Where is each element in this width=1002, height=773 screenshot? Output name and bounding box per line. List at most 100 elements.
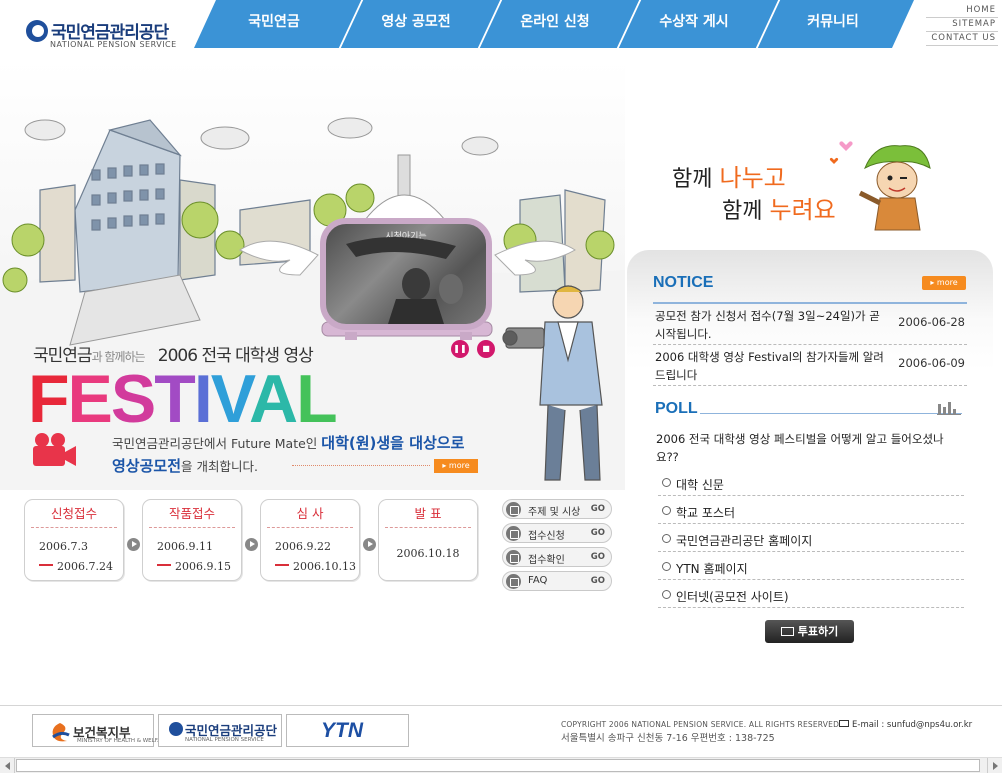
movie-camera-icon [33, 433, 76, 466]
poll-option[interactable]: 국민연금관리공단 홈페이지 [658, 530, 964, 552]
slogan-line1-a: 함께 [672, 167, 720, 192]
nav-item-online-apply[interactable]: 온라인 신청 [483, 0, 627, 48]
poll-option-label: 대학 신문 [676, 478, 724, 492]
dotted-divider [292, 465, 430, 466]
poll-divider [700, 413, 962, 414]
go-label: GO [590, 504, 605, 514]
go-label: GO [590, 576, 605, 586]
poll-option[interactable]: 인터넷(공모전 사이트) [658, 586, 964, 608]
mohw-logo-icon [52, 723, 70, 742]
festival-letter: V [210, 361, 251, 437]
video-frame-image [346, 236, 463, 324]
quick-label: FAQ [528, 575, 548, 586]
notice-date: 2006-06-28 [898, 315, 965, 329]
step-title: 발 표 [385, 500, 471, 528]
footer-email[interactable]: E-mail : sunfud@nps4u.or.kr [839, 720, 972, 730]
speech-bubble-icon [506, 574, 521, 589]
notice-heading: NOTICE [653, 274, 714, 291]
step-end-date: 2006.10.13 [293, 560, 356, 573]
main-nav: 국민연금 영상 공모전 온라인 신청 수상작 게시 커뮤니티 [194, 0, 914, 48]
notice-item: 공모전 참가 신청서 접수(7월 3일~24일)가 곧 시작됩니다. 2006-… [653, 304, 967, 345]
scroll-thumb[interactable] [16, 759, 980, 772]
poll-option[interactable]: YTN 홈페이지 [658, 558, 964, 580]
home-link[interactable]: HOME [926, 4, 998, 18]
nav-item-video-contest[interactable]: 영상 공모전 [344, 0, 488, 48]
desc-line1-b: 대학(원)생을 대상으로 [321, 434, 465, 452]
horizontal-scrollbar[interactable] [0, 757, 1002, 773]
check-icon [506, 550, 521, 565]
step-next-arrow-icon [245, 538, 258, 551]
radio-button[interactable] [662, 478, 671, 487]
footer-logo-mohw[interactable]: 보건복지부 MINISTRY OF HEALTH & WELFARE [32, 714, 168, 747]
video-screen[interactable]: 시청아기는 [320, 218, 492, 330]
notice-more-button[interactable]: ▸ more [922, 276, 966, 290]
nav-item-winners[interactable]: 수상작 게시 [622, 0, 766, 48]
ballot-icon [780, 627, 794, 636]
poll-bar-chart-icon [937, 402, 961, 415]
step-review: 심 사 2006.9.22 2006.10.13 [260, 499, 360, 581]
hero-more-label: more [448, 461, 470, 470]
quick-label: 주제 및 시상 [528, 507, 581, 518]
hero-more-button[interactable]: ▸ more [434, 459, 478, 473]
sitemap-link[interactable]: SITEMAP [926, 18, 998, 32]
slogan-line1-b: 나누고 [719, 164, 786, 192]
step-title: 심 사 [267, 500, 353, 528]
step-title: 신청접수 [31, 500, 117, 528]
quick-apply-button[interactable]: 접수신청 GO [502, 523, 612, 543]
poll-heading: POLL [655, 400, 698, 417]
notice-title[interactable]: 2006 대학생 영상 Festival의 참가자들께 알려드립니다 [655, 348, 891, 384]
scroll-right-arrow-icon[interactable] [987, 758, 1002, 773]
stop-button[interactable]: ■ [477, 340, 495, 358]
quick-label: 접수신청 [528, 531, 565, 542]
hearts-decoration-icon [829, 141, 853, 164]
date-range-arrow-icon [157, 564, 171, 566]
date-range-arrow-icon [275, 564, 289, 566]
logo-subtitle: NATIONAL PENSION SERVICE [50, 40, 177, 49]
footer-address: 서울특별시 송파구 신천동 7-16 우편번호 : 138-725 [561, 733, 775, 744]
pause-button[interactable]: ❚❚ [451, 340, 469, 358]
quick-topic-awards-button[interactable]: 주제 및 시상 GO [502, 499, 612, 519]
footer-logo-ytn[interactable]: YTN [286, 714, 409, 747]
nps-logo-mark-icon [26, 20, 48, 42]
radio-button[interactable] [662, 562, 671, 571]
vote-button[interactable]: 투표하기 [765, 620, 854, 643]
footer-divider [0, 705, 1002, 706]
contact-us-link[interactable]: CONTACT US [926, 32, 998, 46]
step-next-arrow-icon [363, 538, 376, 551]
desc-line2-a: 영상공모전 [112, 457, 182, 475]
step-application: 신청접수 2006.7.3 2006.7.24 [24, 499, 124, 581]
festival-letter: S [110, 361, 156, 437]
go-label: GO [590, 552, 605, 562]
go-label: GO [590, 528, 605, 538]
festival-letter: A [249, 361, 298, 437]
hero-description: 국민연금관리공단에서 Future Mate인 대학(원)생을 대상으로 영상공… [112, 432, 464, 478]
poll-option[interactable]: 학교 포스터 [658, 502, 964, 524]
quick-faq-button[interactable]: FAQ GO [502, 571, 612, 591]
utility-links: HOME SITEMAP CONTACT US [926, 4, 998, 46]
radio-button[interactable] [662, 506, 671, 515]
poll-option-label: YTN 홈페이지 [676, 562, 748, 576]
nps-logo[interactable]: 국민연금관리공단 NATIONAL PENSION SERVICE [26, 18, 201, 52]
scroll-left-arrow-icon[interactable] [0, 758, 15, 773]
poll-option-label: 국민연금관리공단 홈페이지 [676, 534, 813, 548]
step-start-date: 2006.9.22 [275, 540, 331, 553]
nav-item-community[interactable]: 커뮤니티 [761, 0, 905, 48]
poll-option-label: 인터넷(공모전 사이트) [676, 590, 789, 604]
quick-check-button[interactable]: 접수확인 GO [502, 547, 612, 567]
step-announcement: 발 표 2006.10.18 [378, 499, 478, 581]
radio-button[interactable] [662, 534, 671, 543]
notice-title[interactable]: 공모전 참가 신청서 접수(7월 3일~24일)가 곧 시작됩니다. [655, 307, 891, 343]
slogan-line2-b: 누려요 [769, 196, 836, 224]
notice-more-label: more [936, 278, 958, 287]
poll-option[interactable]: 대학 신문 [658, 474, 964, 496]
step-submission: 작품접수 2006.9.11 2006.9.15 [142, 499, 242, 581]
quick-label: 접수확인 [528, 555, 565, 566]
nav-item-pension[interactable]: 국민연금 [202, 0, 346, 48]
radio-button[interactable] [662, 590, 671, 599]
footer-logo-nps[interactable]: 국민연금관리공단 NATIONAL PENSION SERVICE [158, 714, 282, 747]
step-end-date: 2006.7.24 [57, 560, 113, 573]
step-date: 2006.10.18 [396, 547, 460, 560]
step-start-date: 2006.9.11 [157, 540, 213, 553]
poll-question: 2006 전국 대학생 영상 페스티벌을 어떻게 알고 들어오셨나요?? [656, 432, 944, 464]
footer-logo-sub: NATIONAL PENSION SERVICE [185, 737, 264, 743]
